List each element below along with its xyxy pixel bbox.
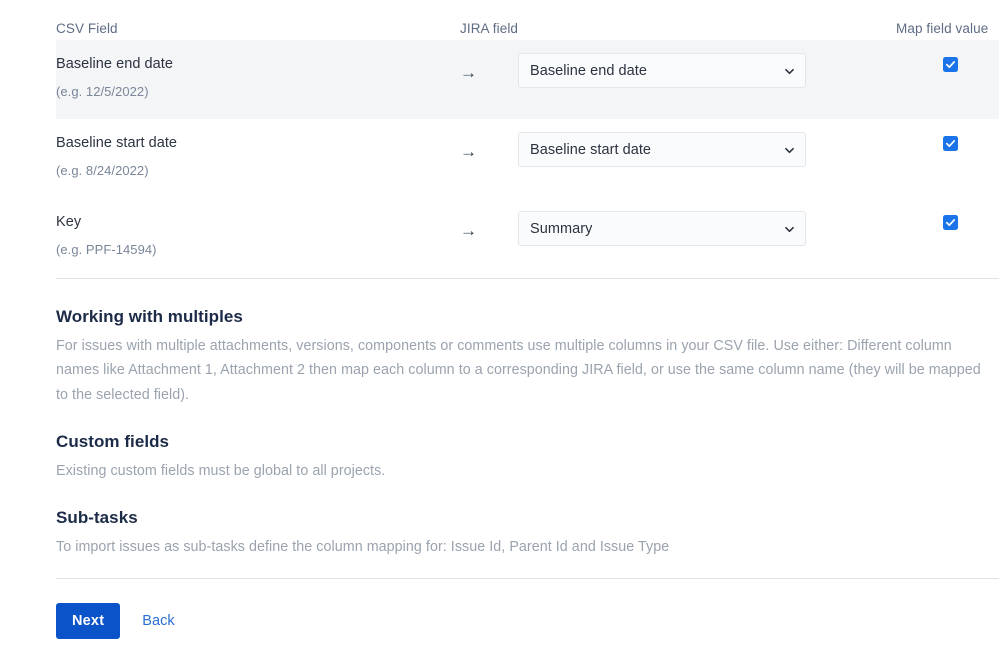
table-row: Baseline end date (e.g. 12/5/2022) → Bas… [56, 40, 999, 119]
csv-field-example: (e.g. 8/24/2022) [56, 163, 149, 178]
section-divider-top [56, 278, 999, 279]
map-field-value-checkbox[interactable] [943, 57, 958, 72]
section-heading-custom-fields: Custom fields [56, 431, 170, 451]
section-heading-working-with-multiples: Working with multiples [56, 307, 243, 326]
map-field-value-cell [896, 198, 999, 230]
section-divider-bottom [56, 578, 999, 579]
import-field-mapping-page: CSV Field JIRA field Map field value Bas… [0, 0, 999, 648]
csv-field-name: Baseline start date [56, 135, 178, 151]
jira-field-cell: Baseline end date [518, 40, 896, 88]
back-link[interactable]: Back [142, 613, 174, 629]
column-header-jira-field: JIRA field [460, 20, 896, 38]
maps-to-arrow: → [460, 40, 518, 83]
csv-field-name: Key [56, 214, 82, 230]
table-row: Key (e.g. PPF-14594) → Summary [56, 198, 999, 277]
form-actions: Next Back [56, 603, 175, 639]
arrow-right-icon: → [460, 142, 477, 161]
section-heading-sub-tasks: Sub-tasks [56, 508, 138, 528]
chevron-down-icon [785, 67, 794, 76]
csv-field-cell: Key (e.g. PPF-14594) [56, 198, 460, 259]
maps-to-arrow: → [460, 119, 518, 162]
arrow-right-icon: → [460, 63, 477, 82]
table-header-row: CSV Field JIRA field Map field value [56, 0, 999, 40]
jira-field-cell: Summary [518, 198, 896, 246]
csv-field-example: (e.g. PPF-14594) [56, 242, 157, 257]
help-sections: Working with multiples For issues with m… [56, 306, 999, 559]
section-body-working-with-multiples: For issues with multiple attachments, ve… [56, 338, 981, 403]
section-body-sub-tasks: To import issues as sub-tasks define the… [56, 539, 670, 556]
column-header-csv-field-label: CSV Field [56, 21, 118, 36]
chevron-down-icon [785, 225, 794, 234]
table-row: Baseline start date (e.g. 8/24/2022) → B… [56, 119, 999, 198]
map-field-value-cell [896, 40, 999, 72]
csv-field-cell: Baseline end date (e.g. 12/5/2022) [56, 40, 460, 101]
csv-field-example: (e.g. 12/5/2022) [56, 84, 149, 99]
jira-field-select-value: Baseline end date [530, 62, 647, 79]
chevron-down-icon [785, 146, 794, 155]
section-body-custom-fields: Existing custom fields must be global to… [56, 462, 386, 479]
next-button[interactable]: Next [56, 603, 121, 639]
map-field-value-cell [896, 119, 999, 151]
column-header-map-field-value: Map field value [896, 20, 999, 38]
map-field-value-checkbox[interactable] [943, 136, 958, 151]
column-header-csv-field: CSV Field [56, 20, 460, 38]
jira-field-select[interactable]: Baseline start date [518, 132, 806, 167]
column-header-map-field-value-label: Map field value [896, 21, 989, 36]
jira-field-select-value: Baseline start date [530, 141, 652, 158]
field-mapping-table: CSV Field JIRA field Map field value Bas… [56, 0, 999, 277]
csv-field-name: Baseline end date [56, 56, 173, 72]
arrow-right-icon: → [460, 221, 477, 240]
csv-field-cell: Baseline start date (e.g. 8/24/2022) [56, 119, 460, 180]
jira-field-cell: Baseline start date [518, 119, 896, 167]
map-field-value-checkbox[interactable] [943, 215, 958, 230]
jira-field-select-value: Summary [530, 220, 593, 237]
column-header-jira-field-label: JIRA field [460, 21, 519, 36]
maps-to-arrow: → [460, 198, 518, 241]
jira-field-select[interactable]: Summary [518, 211, 806, 246]
jira-field-select[interactable]: Baseline end date [518, 53, 806, 88]
